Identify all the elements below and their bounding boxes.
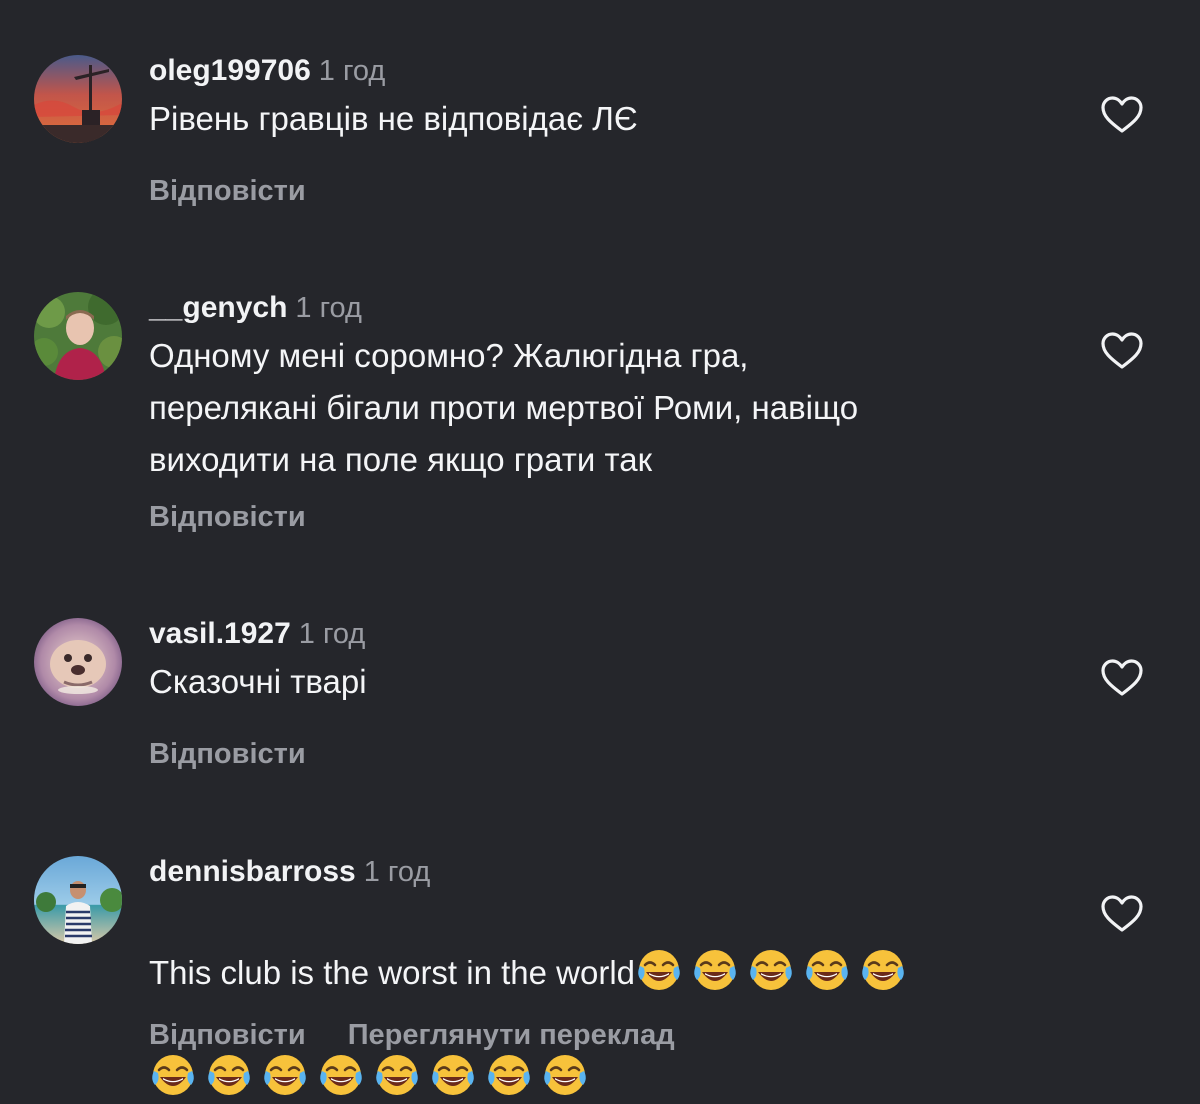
comment-text-content: This club is the worst in the world bbox=[149, 954, 636, 991]
comment-username[interactable]: __genych bbox=[149, 291, 287, 324]
avatar[interactable] bbox=[34, 856, 122, 944]
sunset-crane-photo-icon bbox=[34, 55, 122, 143]
face-with-tears-of-joy-icon bbox=[635, 946, 683, 994]
avatar[interactable] bbox=[34, 618, 122, 706]
reply-button[interactable]: Відповісти bbox=[149, 1019, 306, 1051]
face-with-tears-of-joy-icon bbox=[803, 946, 851, 994]
face-with-tears-of-joy-icon bbox=[149, 1051, 197, 1099]
face-with-tears-of-joy-icon bbox=[317, 1051, 365, 1099]
see-translation-button[interactable]: Переглянути переклад bbox=[348, 1019, 675, 1051]
reply-button[interactable]: Відповісти bbox=[149, 501, 306, 533]
comment-username[interactable]: oleg199706 bbox=[149, 54, 311, 87]
person-greenery-photo-icon bbox=[34, 292, 122, 380]
face-with-tears-of-joy-icon bbox=[205, 1051, 253, 1099]
emoji-group bbox=[635, 950, 915, 991]
reply-button[interactable]: Відповісти bbox=[149, 738, 306, 770]
face-with-tears-of-joy-icon bbox=[261, 1051, 309, 1099]
dog-face-photo-icon bbox=[34, 618, 122, 706]
comment-text: Сказочні тварі bbox=[149, 663, 367, 700]
emoji-group bbox=[149, 1055, 597, 1096]
face-with-tears-of-joy-icon bbox=[373, 1051, 421, 1099]
reply-button[interactable]: Відповісти bbox=[149, 175, 306, 207]
comment-text: This club is the worst in the world bbox=[149, 894, 1069, 1104]
comment-username[interactable]: vasil.1927 bbox=[149, 617, 291, 650]
comment-timestamp: 1 год bbox=[295, 292, 362, 324]
comment-timestamp: 1 год bbox=[363, 856, 431, 888]
comment-text: Рівень гравців не відповідає ЛЄ bbox=[149, 100, 638, 137]
face-with-tears-of-joy-icon bbox=[691, 946, 739, 994]
comment-timestamp: 1 год bbox=[318, 55, 386, 87]
like-heart-icon[interactable] bbox=[1100, 95, 1144, 135]
face-with-tears-of-joy-icon bbox=[485, 1051, 533, 1099]
face-with-tears-of-joy-icon bbox=[541, 1051, 589, 1099]
comment-timestamp: 1 год bbox=[298, 618, 366, 650]
comment-username[interactable]: dennisbarross bbox=[149, 855, 356, 888]
avatar[interactable] bbox=[34, 292, 122, 380]
person-beach-photo-icon bbox=[34, 856, 122, 944]
comment-text: Одному мені соромно? Жалюгідна гра, пере… bbox=[149, 337, 859, 478]
like-heart-icon[interactable] bbox=[1100, 894, 1144, 934]
like-heart-icon[interactable] bbox=[1100, 658, 1144, 698]
face-with-tears-of-joy-icon bbox=[429, 1051, 477, 1099]
like-heart-icon[interactable] bbox=[1100, 331, 1144, 371]
avatar[interactable] bbox=[34, 55, 122, 143]
face-with-tears-of-joy-icon bbox=[859, 946, 907, 994]
face-with-tears-of-joy-icon bbox=[747, 946, 795, 994]
